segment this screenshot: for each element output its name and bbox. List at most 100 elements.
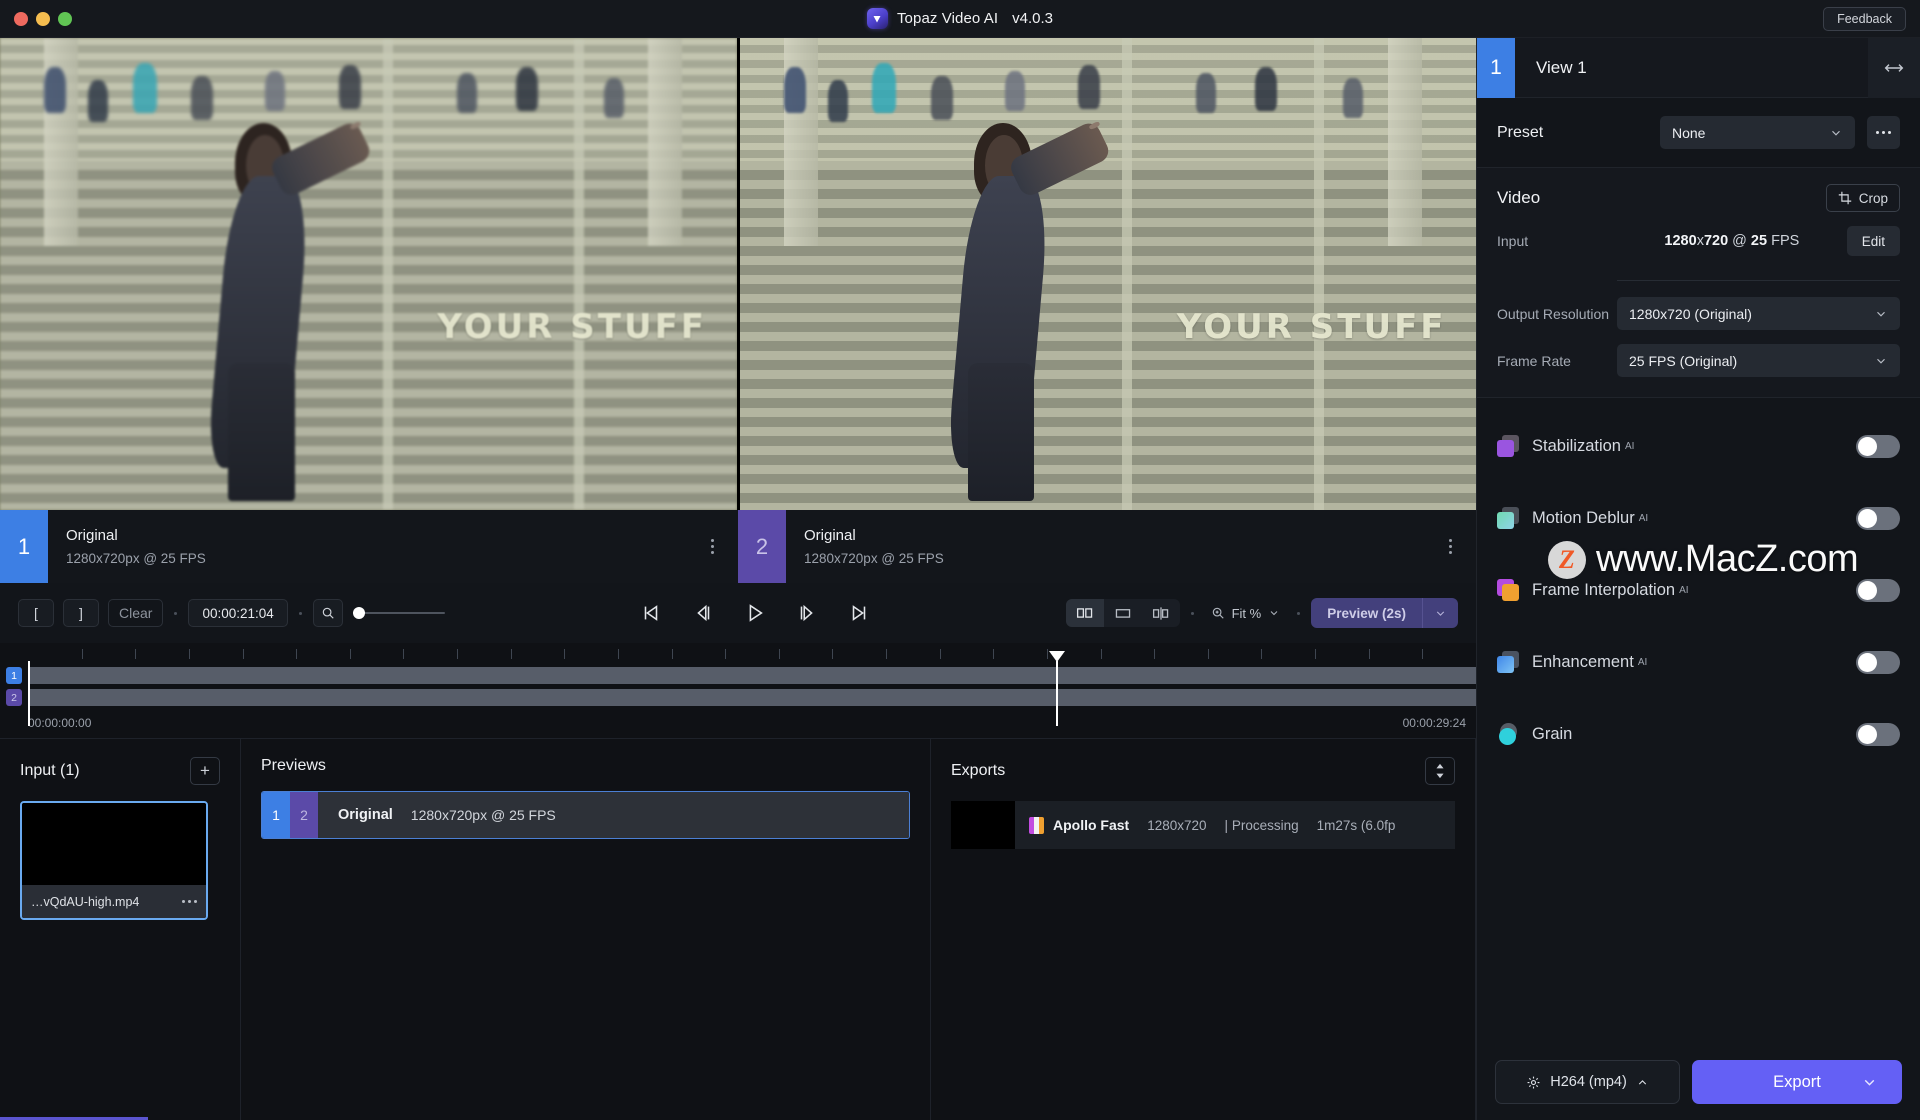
- frame-rate-value: 25 FPS (Original): [1629, 352, 1738, 369]
- input-info-row: Input 1280x720 @ 25 FPS Edit: [1497, 226, 1900, 270]
- main-body: YOUR STUFF YOUR STUFF 1 Original 1280x72…: [0, 37, 1920, 1120]
- skip-to-start-icon[interactable]: [640, 602, 662, 624]
- timeline-zoom-icon[interactable]: [312, 599, 343, 627]
- video-preview-1[interactable]: YOUR STUFF: [0, 38, 737, 510]
- view-mode-single[interactable]: [1104, 599, 1142, 627]
- app-version-label: v4.0.3: [1012, 10, 1054, 27]
- preview-dropdown-caret-icon[interactable]: [1423, 607, 1458, 620]
- timeline-lane-1[interactable]: [28, 667, 1476, 684]
- video-frame-2: [739, 38, 1476, 510]
- maximize-window-button[interactable]: [58, 11, 72, 26]
- minimize-window-button[interactable]: [36, 11, 50, 26]
- preview-button-label: Preview (2s): [1327, 605, 1406, 621]
- feedback-button[interactable]: Feedback: [1823, 7, 1906, 31]
- add-input-button[interactable]: +: [190, 757, 220, 785]
- export-footer: H264 (mp4) Export: [1477, 1044, 1920, 1120]
- motion-deblur-icon: [1497, 507, 1519, 529]
- export-button[interactable]: Export: [1692, 1060, 1902, 1104]
- set-out-point-button[interactable]: ]: [63, 599, 99, 627]
- timeline-tick: [1046, 649, 1048, 659]
- step-forward-frame-icon[interactable]: [796, 602, 818, 624]
- toggle-stabilization[interactable]: [1856, 434, 1900, 458]
- step-back-frame-icon[interactable]: [692, 602, 714, 624]
- timeline-tick: [1315, 649, 1317, 659]
- filter-row-frame-interpolation[interactable]: Frame Interpolation AI: [1497, 566, 1900, 614]
- export-thumbnail: [951, 801, 1015, 849]
- skip-to-end-icon[interactable]: [848, 602, 870, 624]
- zoom-fit-control[interactable]: Fit %: [1205, 599, 1287, 627]
- sort-updown-icon[interactable]: [1425, 757, 1455, 785]
- previews-panel-title: Previews: [261, 757, 326, 774]
- set-in-point-button[interactable]: [: [18, 599, 54, 627]
- preview-list-item[interactable]: 1 2 Original 1280x720px @ 25 FPS: [261, 791, 910, 839]
- preset-label: Preset: [1497, 123, 1544, 141]
- output-resolution-row: Output Resolution 1280x720 (Original): [1497, 297, 1900, 330]
- filter-row-grain[interactable]: Grain: [1497, 710, 1900, 758]
- separator-dot: [1297, 611, 1301, 615]
- timeline-ruler[interactable]: [28, 643, 1476, 665]
- filter-ai-badge: AI: [1624, 440, 1635, 452]
- close-window-button[interactable]: [14, 11, 28, 26]
- window-title: Topaz Video AI v4.0.3: [0, 0, 1920, 37]
- separator-dot: [174, 611, 178, 615]
- timeline-tick: [725, 649, 727, 659]
- timeline-zoom-slider[interactable]: [352, 603, 445, 623]
- preset-more-button[interactable]: [1867, 116, 1900, 149]
- ai-filters-section: Stabilization AI Motion Deblur AI Frame …: [1477, 398, 1920, 782]
- preview-button[interactable]: Preview (2s): [1311, 598, 1458, 628]
- video-settings-section: Video Crop Input 1280x720 @ 25 FPS Edit …: [1477, 168, 1920, 398]
- app-name-label: Topaz Video AI: [896, 10, 999, 27]
- export-button-label: Export: [1773, 1072, 1821, 1091]
- timeline[interactable]: 1 2 00:00:00:00 00:00:29:24: [0, 643, 1476, 738]
- timecode-field[interactable]: 00:00:21:04: [188, 599, 288, 627]
- view-header: 1 View 1: [1477, 37, 1920, 98]
- expand-horizontal-icon[interactable]: [1868, 37, 1920, 98]
- preview-meta-1: 1280x720px @ 25 FPS: [66, 551, 206, 566]
- timeline-tick: [457, 649, 459, 659]
- timeline-tick: [349, 649, 351, 659]
- topaz-logo-icon: [866, 8, 888, 29]
- view-mode-split-compare[interactable]: [1142, 599, 1180, 627]
- settings-panel: 1 View 1 Preset None Video Crop Input 12…: [1476, 37, 1920, 1120]
- app-window: Topaz Video AI v4.0.3 Feedback YOUR STUF…: [0, 0, 1920, 1120]
- play-icon[interactable]: [744, 602, 766, 624]
- toggle-motion-deblur[interactable]: [1856, 506, 1900, 530]
- input-file-name: …vQdAU-high.mp4: [31, 894, 140, 909]
- timeline-tick: [1207, 649, 1209, 659]
- timeline-tick: [1100, 649, 1102, 659]
- export-list-item[interactable]: Apollo Fast 1280x720 | Processing 1m27s …: [0, 801, 1455, 1120]
- filter-row-enhancement[interactable]: Enhancement AI: [1497, 638, 1900, 686]
- preset-select[interactable]: None: [1660, 116, 1855, 149]
- edit-input-button[interactable]: Edit: [1846, 226, 1900, 256]
- preview-item-badge-2: 2: [290, 792, 318, 838]
- timeline-tick: [1422, 649, 1424, 659]
- filter-row-motion-deblur[interactable]: Motion Deblur AI: [1497, 494, 1900, 542]
- window-traffic-lights[interactable]: [0, 11, 72, 26]
- title-bar: Topaz Video AI v4.0.3 Feedback: [0, 0, 1920, 38]
- timeline-playhead[interactable]: [1049, 651, 1066, 726]
- input-file-options-button[interactable]: [182, 900, 197, 903]
- timeline-tick: [81, 649, 83, 659]
- output-resolution-select[interactable]: 1280x720 (Original): [1617, 297, 1900, 330]
- codec-selector-button[interactable]: H264 (mp4): [1495, 1060, 1680, 1104]
- preview-options-button-1[interactable]: [705, 533, 720, 560]
- view-mode-side-by-side[interactable]: [1065, 599, 1104, 627]
- video-frame-1: [0, 38, 737, 510]
- video-preview-area: YOUR STUFF YOUR STUFF: [0, 38, 1476, 510]
- timeline-lane-2[interactable]: [28, 689, 1476, 706]
- frame-rate-select[interactable]: 25 FPS (Original): [1617, 344, 1900, 377]
- input-value: 1280x720 @ 25 FPS: [1664, 233, 1800, 249]
- filter-ai-badge: AI: [1637, 656, 1648, 668]
- clear-range-button[interactable]: Clear: [108, 599, 164, 627]
- preview-name-1: Original: [66, 527, 118, 544]
- preview-options-button-2[interactable]: [1443, 533, 1458, 560]
- filter-row-stabilization[interactable]: Stabilization AI: [1497, 422, 1900, 470]
- crop-button[interactable]: Crop: [1825, 184, 1900, 212]
- toggle-frame-interpolation[interactable]: [1856, 578, 1900, 602]
- export-dropdown-caret-icon[interactable]: [1861, 1074, 1878, 1091]
- input-file-card[interactable]: …vQdAU-high.mp4: [20, 801, 208, 920]
- video-preview-2[interactable]: YOUR STUFF: [739, 38, 1476, 510]
- toggle-grain[interactable]: [1856, 722, 1900, 746]
- toggle-enhancement[interactable]: [1856, 650, 1900, 674]
- frame-rate-label: Frame Rate: [1497, 352, 1571, 369]
